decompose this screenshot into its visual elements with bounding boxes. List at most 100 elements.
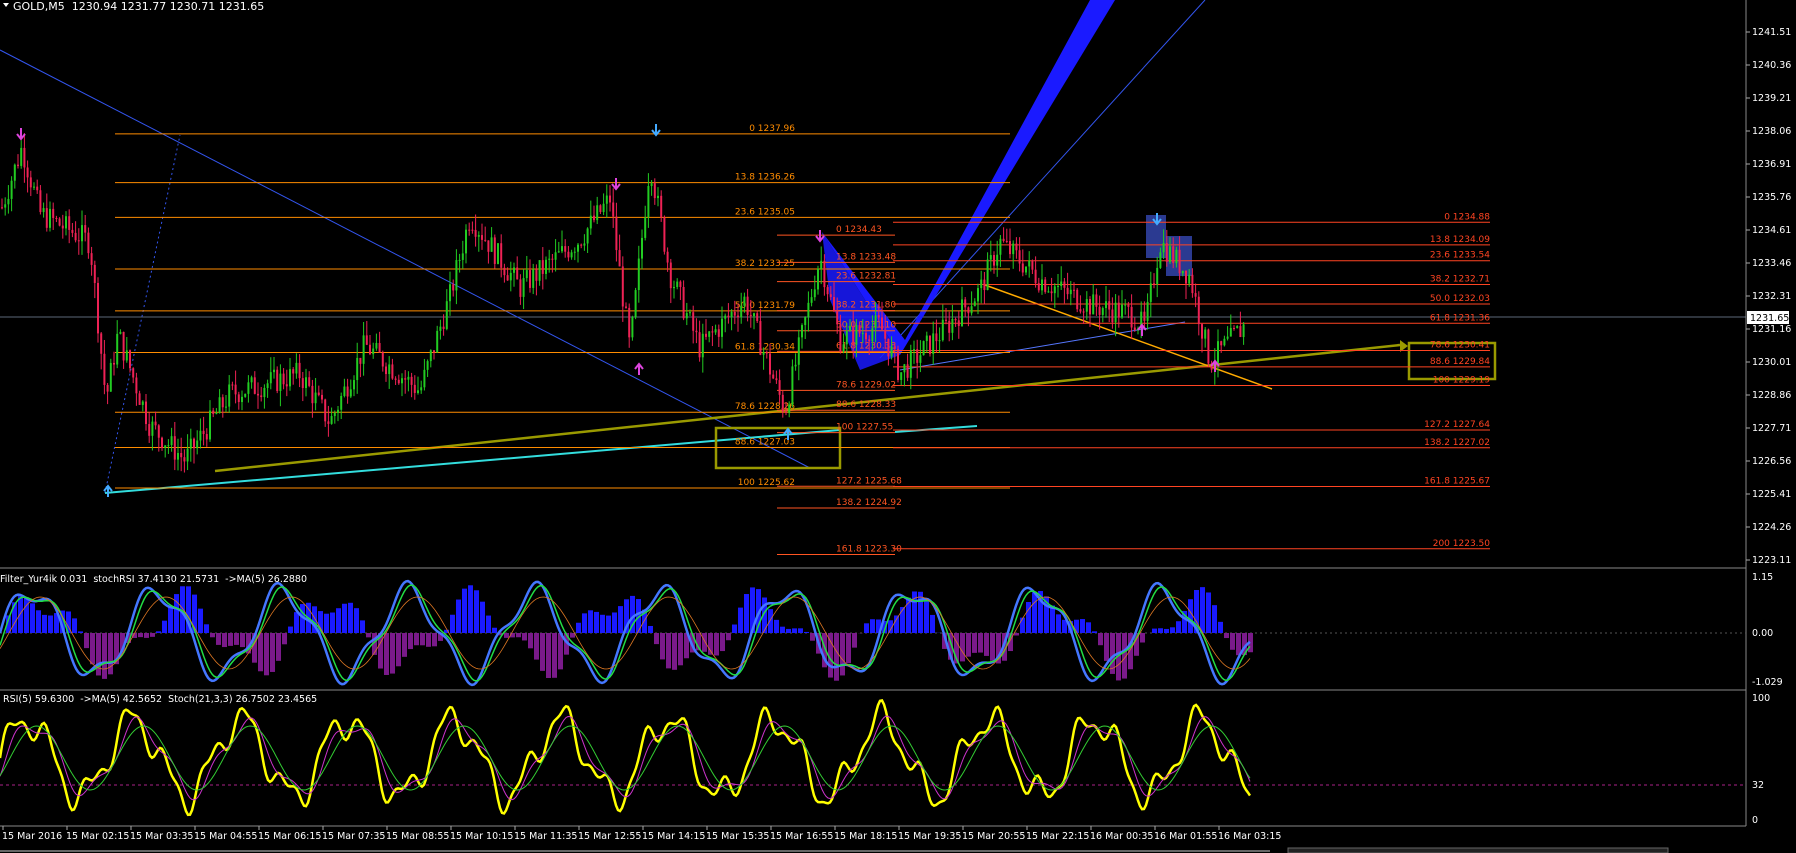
candle-body: [906, 364, 909, 378]
candle-body: [221, 397, 224, 408]
candle-body: [1021, 263, 1024, 273]
candle-body: [849, 325, 851, 331]
oscillator-1-axis-label: 1.15: [1752, 572, 1773, 583]
oscillator-1-label: Filter_Yur4ik 0.031 stochRSI 37.4130 21.…: [0, 574, 308, 585]
candle-body: [631, 317, 634, 338]
candle-body: [1057, 286, 1059, 288]
candle-body: [941, 319, 944, 341]
candle-body: [1201, 324, 1203, 339]
osc1-histogram-bar: [1056, 614, 1061, 633]
fib-layer: 0 1237.96 13.8 1236.26 23.6 1235.05 38.2 12…: [115, 124, 1491, 556]
candle-body: [324, 399, 327, 422]
candle-body: [109, 362, 112, 392]
osc1-histogram-bar: [456, 599, 461, 633]
time-axis-label: 16 Mar 00:35: [1090, 831, 1153, 842]
candle-body: [1069, 289, 1072, 295]
osc1-histogram-bar: [1158, 628, 1163, 633]
candle-body: [145, 401, 147, 425]
candle-body: [263, 387, 266, 398]
candle-body: [356, 357, 359, 381]
candle-body: [7, 198, 10, 205]
candle-body: [279, 373, 282, 391]
candle-body: [455, 260, 458, 291]
candle-body: [801, 325, 803, 338]
osc1-histogram-bar: [786, 628, 791, 633]
candle-body: [385, 366, 387, 375]
fib-level-label: 100 1229.19: [1433, 376, 1491, 386]
candle-body: [1111, 309, 1114, 323]
time-axis-label: 15 Mar 07:35: [322, 831, 385, 842]
candle-body: [637, 258, 640, 291]
candle-body: [308, 377, 311, 386]
price-axis-label: 1241.51: [1752, 27, 1791, 38]
candle-body: [1220, 341, 1223, 346]
candle-body: [695, 330, 698, 333]
osc1-histogram-bar: [1206, 592, 1211, 633]
downtrend-line[interactable]: [0, 49, 811, 469]
osc1-histogram-bar: [1014, 633, 1019, 636]
candle-body: [132, 368, 135, 378]
osc1-histogram-bar: [714, 633, 719, 656]
osc1-histogram-bar: [582, 613, 587, 633]
candle-body: [218, 397, 221, 414]
candle-body: [567, 251, 570, 258]
candle-body: [426, 361, 429, 370]
candle-body: [420, 387, 423, 391]
candle-body: [1197, 296, 1200, 325]
candle-body: [682, 286, 685, 319]
candle-body: [1101, 308, 1104, 315]
candle-body: [925, 335, 928, 342]
candle-body: [20, 147, 23, 166]
candle-body: [375, 342, 378, 349]
osc1-histogram-bar: [150, 633, 155, 637]
osc1-histogram-bar: [234, 633, 239, 645]
osc1-histogram-bar: [978, 633, 983, 653]
osc1-histogram-bar: [798, 628, 803, 633]
candle-body: [922, 341, 925, 356]
candle-body: [615, 216, 618, 251]
fib-level-label: 38.2 1233.25: [735, 259, 795, 269]
price-axis-label: 1234.61: [1752, 225, 1791, 236]
candle-body: [743, 296, 746, 306]
candle-body: [29, 177, 32, 188]
osc1-histogram-bar: [1224, 633, 1229, 639]
bottom-tab-strip[interactable]: [1287, 847, 1669, 853]
candle-body: [45, 208, 48, 228]
candle-body: [276, 369, 279, 391]
osc1-histogram-bar: [522, 633, 527, 641]
cyan-trendline-2: [894, 425, 978, 433]
price-axis-label: 1238.06: [1752, 126, 1791, 137]
osc1-histogram-bar: [264, 633, 269, 676]
candle-body: [676, 281, 679, 287]
candle-body: [180, 452, 183, 458]
candle-body: [618, 250, 621, 267]
osc1-histogram-bar: [198, 608, 203, 633]
candle-body: [516, 267, 519, 280]
candle-body: [1217, 341, 1219, 363]
candle-body: [148, 424, 151, 436]
candle-body: [897, 349, 899, 380]
osc1-histogram-bar: [840, 633, 845, 676]
rsi-line: [0, 698, 1252, 817]
osc1-histogram-bar: [738, 607, 743, 633]
candle-body: [154, 421, 157, 426]
candle-body: [836, 310, 839, 325]
candle-body: [948, 320, 951, 333]
osc1-histogram-bar: [42, 614, 47, 633]
candle-body: [829, 294, 832, 298]
osc1-histogram-bar: [990, 633, 995, 661]
candle-body: [1076, 289, 1079, 310]
cyan-trendline[interactable]: [104, 429, 841, 494]
candle-body: [461, 253, 464, 260]
candle-body: [49, 208, 51, 228]
candle-body: [1162, 243, 1165, 253]
candle-body: [1098, 306, 1101, 315]
candle-body: [487, 240, 490, 252]
candle-body: [797, 337, 800, 365]
chart-canvas[interactable]: 0 1237.96 13.8 1236.26 23.6 1235.05 38.2 12…: [0, 0, 1796, 853]
candle-body: [509, 272, 512, 281]
collapse-triangle-icon[interactable]: [3, 3, 9, 7]
candle-body: [666, 251, 669, 263]
osc1-histogram-bar: [792, 628, 797, 633]
osc1-histogram-bar: [972, 633, 977, 653]
